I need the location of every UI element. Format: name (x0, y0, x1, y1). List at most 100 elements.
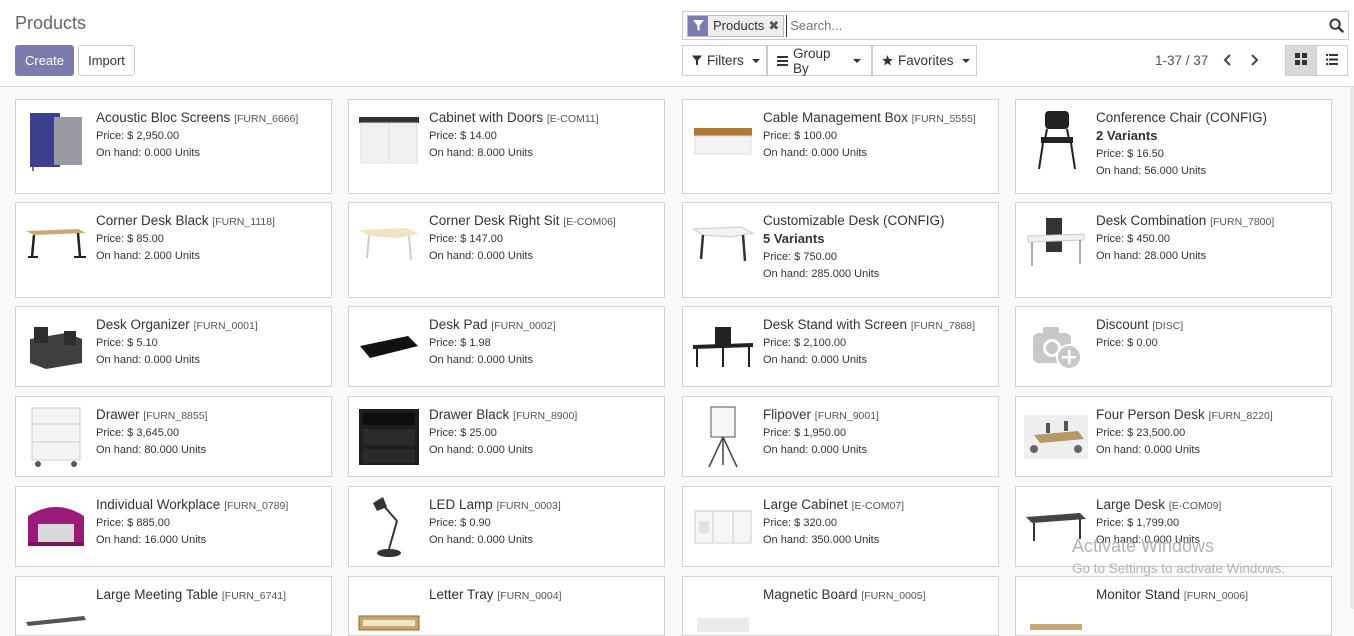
product-name: Flipover [FURN_9001] (763, 407, 992, 422)
product-info: Customizable Desk (CONFIG) 5 Variants Pric… (763, 213, 992, 280)
import-button[interactable]: Import (78, 45, 135, 76)
product-name-text: Flipover (763, 407, 812, 422)
product-card[interactable]: Individual Workplace [FURN_0789] Price: $… (15, 486, 332, 567)
product-card[interactable]: Desk Pad [FURN_0002] Price: $ 1.98 On hand… (348, 306, 665, 387)
product-price: Price: $ 1,950.00 (763, 427, 847, 439)
product-card[interactable]: Large Cabinet [E-COM07] Price: $ 320.00 On… (682, 486, 999, 567)
product-card[interactable]: Magnetic Board [FURN_0005] (682, 576, 999, 636)
bars-icon (777, 55, 788, 66)
search-input[interactable] (786, 14, 1324, 37)
search-icon[interactable] (1324, 18, 1348, 33)
favorites-label: Favorites (898, 53, 954, 68)
letter-tray-image (357, 585, 421, 635)
product-card[interactable]: LED Lamp [FURN_0003] Price: $ 0.90 On hand… (348, 486, 665, 567)
product-price: Price: $ 5.10 (96, 337, 158, 349)
chevron-right-icon[interactable] (1244, 50, 1264, 70)
group-by-dropdown[interactable]: Group By (767, 45, 872, 76)
product-card[interactable]: Flipover [FURN_9001] Price: $ 1,950.00 On … (682, 396, 999, 477)
product-card[interactable]: Cabinet with Doors [E-COM11] Price: $ 14.… (348, 99, 665, 194)
product-variants: 5 Variants (763, 231, 825, 246)
product-card[interactable]: Drawer [FURN_8855] Price: $ 3,645.00 On ha… (15, 396, 332, 477)
product-price: Price: $ 147.00 (429, 233, 503, 245)
product-on-hand: On hand: 0.000 Units (429, 354, 533, 366)
product-card[interactable]: Acoustic Bloc Screens [FURN_6666] Price: … (15, 99, 332, 194)
product-on-hand: On hand: 16.000 Units (96, 534, 207, 546)
product-on-hand: On hand: 0.000 Units (96, 354, 200, 366)
product-name-text: Large Meeting Table (96, 587, 219, 602)
product-name: Large Meeting Table [FURN_6741] (96, 587, 325, 602)
product-price: Price: $ 885.00 (96, 517, 170, 529)
close-icon[interactable]: ✖ (768, 18, 783, 34)
search-facet[interactable]: Products ✖ (687, 14, 785, 37)
product-card[interactable]: Letter Tray [FURN_0004] (348, 576, 665, 636)
product-card[interactable]: Monitor Stand [FURN_0006] (1015, 576, 1332, 636)
cabinet-image (357, 108, 421, 172)
control-panel: Products Create Import Products ✖ Filter… (0, 0, 1354, 87)
product-card[interactable]: Discount [DISC] Price: $ 0.00 (1015, 306, 1332, 387)
pager-value[interactable]: 1-37 / 37 (1155, 53, 1208, 68)
product-code: [FURN_8855] (143, 410, 208, 422)
chair-image (1024, 108, 1088, 172)
filters-dropdown[interactable]: Filters (682, 45, 767, 76)
product-card[interactable]: Conference Chair (CONFIG) 2 Variants Price… (1015, 99, 1332, 194)
product-card[interactable]: Desk Stand with Screen [FURN_7888] Price:… (682, 306, 999, 387)
product-price: Price: $ 1,799.00 (1096, 517, 1180, 529)
grid-icon (1295, 52, 1307, 70)
product-info: Desk Combination [FURN_7800] Price: $ 450… (1096, 213, 1325, 262)
list-view-button[interactable] (1316, 45, 1348, 76)
product-card[interactable]: Cable Management Box [FURN_5555] Price: $… (682, 99, 999, 194)
product-code: [FURN_0789] (224, 500, 289, 512)
product-info: Drawer [FURN_8855] Price: $ 3,645.00 On ha… (96, 407, 325, 456)
product-price: Price: $ 25.00 (429, 427, 497, 439)
kanban-view-button[interactable] (1285, 45, 1317, 76)
product-info: LED Lamp [FURN_0003] Price: $ 0.90 On hand… (429, 497, 658, 546)
product-card[interactable]: Corner Desk Black [FURN_1118] Price: $ 85… (15, 202, 332, 298)
caret-down-icon (853, 58, 861, 63)
create-button[interactable]: Create (15, 45, 74, 76)
product-price: Price: $ 2,950.00 (96, 130, 180, 142)
product-price: Price: $ 3,645.00 (96, 427, 180, 439)
product-info: Corner Desk Right Sit [E-COM06] Price: $ … (429, 213, 658, 262)
product-on-hand: On hand: 0.000 Units (429, 534, 533, 546)
search-bar: Products ✖ (682, 11, 1349, 40)
chevron-left-icon[interactable] (1217, 50, 1237, 70)
product-info: Individual Workplace [FURN_0789] Price: $… (96, 497, 325, 546)
product-card[interactable]: Drawer Black [FURN_8900] Price: $ 25.00 On… (348, 396, 665, 477)
product-card[interactable]: Customizable Desk (CONFIG) 5 Variants Pric… (682, 202, 999, 298)
large-desk-image (1024, 495, 1088, 559)
product-card[interactable]: Desk Organizer [FURN_0001] Price: $ 5.10 O… (15, 306, 332, 387)
product-card[interactable]: Corner Desk Right Sit [E-COM06] Price: $ … (348, 202, 665, 298)
product-price: Price: $ 16.50 (1096, 148, 1164, 160)
product-on-hand: On hand: 0.000 Units (1096, 534, 1200, 546)
product-name-text: Large Cabinet (763, 497, 848, 512)
corner-desk-right-image (357, 211, 421, 275)
product-name-text: Conference Chair (CONFIG) (1096, 110, 1268, 125)
product-name: Monitor Stand [FURN_0006] (1096, 587, 1325, 602)
product-name-text: Desk Pad (429, 317, 488, 332)
product-code: [FURN_5555] (911, 113, 976, 125)
product-info: Monitor Stand [FURN_0006] (1096, 587, 1325, 602)
product-name-text: LED Lamp (429, 497, 493, 512)
product-on-hand: On hand: 0.000 Units (96, 147, 200, 159)
product-name: Desk Combination [FURN_7800] (1096, 213, 1325, 228)
scrollbar[interactable] (1350, 87, 1354, 609)
product-card[interactable]: Four Person Desk [FURN_8220] Price: $ 23,… (1015, 396, 1332, 477)
product-info: Large Cabinet [E-COM07] Price: $ 320.00 On… (763, 497, 992, 546)
product-name-text: Cabinet with Doors (429, 110, 544, 125)
product-name: Corner Desk Right Sit [E-COM06] (429, 213, 658, 228)
product-name-text: Corner Desk Right Sit (429, 213, 560, 228)
product-card[interactable]: Large Meeting Table [FURN_6741] (15, 576, 332, 636)
desk-stand-image (691, 315, 755, 379)
filters-label: Filters (707, 53, 744, 68)
product-code: [FURN_6666] (234, 113, 299, 125)
flipover-image (691, 405, 755, 469)
product-card[interactable]: Large Desk [E-COM09] Price: $ 1,799.00 On … (1015, 486, 1332, 567)
list-icon (1326, 52, 1338, 70)
magnetic-board-image (691, 585, 755, 635)
favorites-dropdown[interactable]: Favorites (872, 45, 977, 76)
product-name-text: Individual Workplace (96, 497, 221, 512)
drawer-black-image (357, 405, 421, 469)
product-card[interactable]: Desk Combination [FURN_7800] Price: $ 450… (1015, 202, 1332, 298)
desk-pad-image (357, 315, 421, 379)
product-on-hand: On hand: 8.000 Units (429, 147, 533, 159)
